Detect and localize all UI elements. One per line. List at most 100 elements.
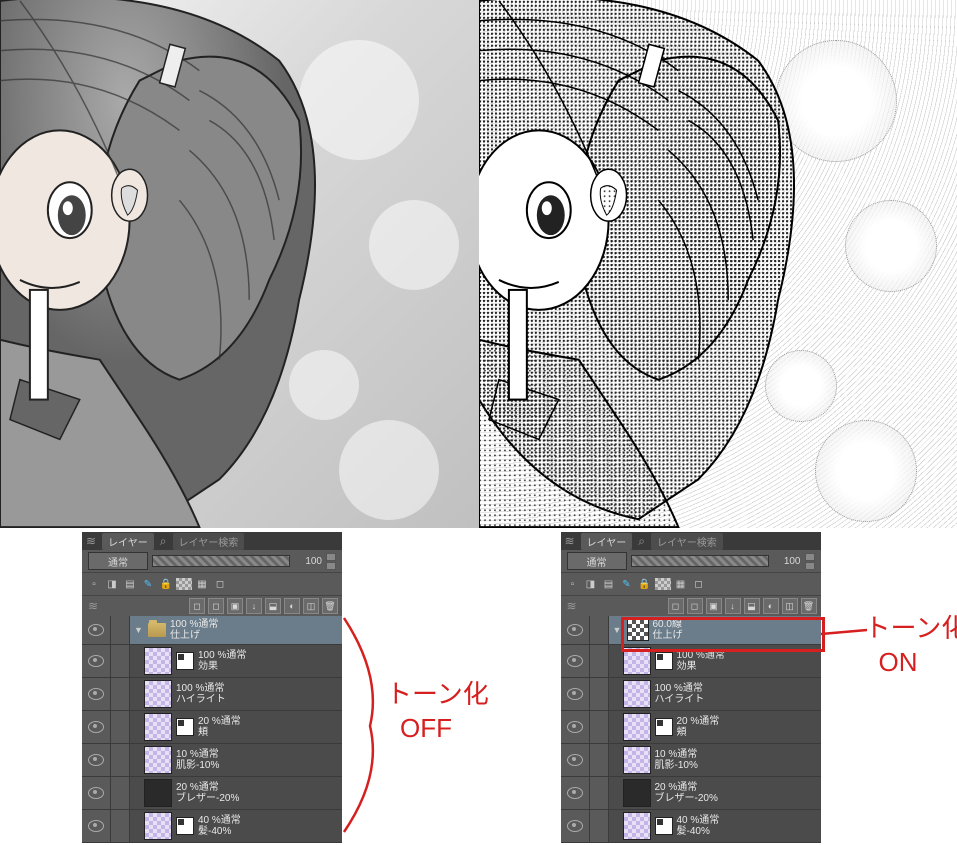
layer-prop-col[interactable] xyxy=(111,645,130,677)
tab-layer-search[interactable]: レイヤー検索 xyxy=(173,533,245,550)
layer-prop-col[interactable] xyxy=(590,711,609,743)
delete-button[interactable]: 🗑 xyxy=(801,598,817,614)
draft-button[interactable]: ▤ xyxy=(601,576,617,592)
visibility-toggle[interactable] xyxy=(82,711,111,743)
layer-toolbar: ▫◨▤✎🔒 ▦◻ xyxy=(82,572,342,595)
layer-row[interactable]: 20 %通常頬 xyxy=(82,711,342,744)
layer-prop-col[interactable] xyxy=(111,616,130,644)
blend-mode-select[interactable]: 通常 xyxy=(567,552,627,570)
folder-toggle[interactable]: ▼ xyxy=(134,625,144,635)
visibility-toggle[interactable] xyxy=(561,744,590,776)
visibility-toggle[interactable] xyxy=(82,810,111,842)
layer-prop-col[interactable] xyxy=(590,645,609,677)
transfer-button[interactable]: ↓ xyxy=(725,598,741,614)
artwork-tone-off xyxy=(0,0,479,528)
visibility-toggle[interactable] xyxy=(82,645,111,677)
opacity-up[interactable] xyxy=(326,553,336,561)
new-layer-button[interactable]: ◻ xyxy=(668,598,684,614)
layer-thumb xyxy=(623,746,651,774)
layer-prop-col[interactable] xyxy=(111,777,130,809)
folder-toggle[interactable]: ▼ xyxy=(613,625,623,635)
lock-button[interactable]: 🔒 xyxy=(637,576,653,592)
layer-row[interactable]: 100 %通常ハイライト xyxy=(561,678,821,711)
ruler-button[interactable]: ◫ xyxy=(303,598,319,614)
eye-icon xyxy=(567,655,583,667)
draft-button[interactable]: ▤ xyxy=(122,576,138,592)
mask-button[interactable]: ◐ xyxy=(284,598,300,614)
layer-prop-col[interactable] xyxy=(590,678,609,710)
panel-menu-icon[interactable]: ≋ xyxy=(88,599,98,613)
layer-row[interactable]: 40 %通常髪-40% xyxy=(82,810,342,843)
lock-all-button[interactable]: ◻ xyxy=(212,576,228,592)
new-layer-button[interactable]: ◻ xyxy=(189,598,205,614)
layer-row[interactable]: 100 %通常効果 xyxy=(82,645,342,678)
lock-pos-button[interactable]: ▦ xyxy=(194,576,210,592)
merge-button[interactable]: ⬓ xyxy=(744,598,760,614)
new-folder-button[interactable]: ▣ xyxy=(227,598,243,614)
layer-row[interactable]: 10 %通常肌影-10% xyxy=(82,744,342,777)
layer-prop-col[interactable] xyxy=(111,711,130,743)
layer-prop-col[interactable] xyxy=(111,810,130,842)
visibility-toggle[interactable] xyxy=(561,711,590,743)
mask-button[interactable]: ◐ xyxy=(763,598,779,614)
panel-menu-icon[interactable]: ≋ xyxy=(567,599,577,613)
transfer-button[interactable]: ↓ xyxy=(246,598,262,614)
new-layer2-button[interactable]: ◻ xyxy=(208,598,224,614)
layer-row[interactable]: 100 %通常効果 xyxy=(561,645,821,678)
visibility-toggle[interactable] xyxy=(561,616,590,644)
delete-button[interactable]: 🗑 xyxy=(322,598,338,614)
visibility-toggle[interactable] xyxy=(561,645,590,677)
opacity-slider[interactable] xyxy=(631,555,769,567)
tab-layers[interactable]: レイヤー xyxy=(581,533,633,550)
tab-layer-search[interactable]: レイヤー検索 xyxy=(651,533,723,550)
visibility-toggle[interactable] xyxy=(82,777,111,809)
visibility-toggle[interactable] xyxy=(82,678,111,710)
visibility-toggle[interactable] xyxy=(82,616,111,644)
visibility-toggle[interactable] xyxy=(561,678,590,710)
visibility-toggle[interactable] xyxy=(561,810,590,842)
layer-row[interactable]: 20 %通常ブレザー-20% xyxy=(561,777,821,810)
new-folder-button[interactable]: ▣ xyxy=(706,598,722,614)
ref-button[interactable]: ◨ xyxy=(583,576,599,592)
layer-label: 100 %通常効果 xyxy=(677,650,725,672)
visibility-toggle[interactable] xyxy=(82,744,111,776)
character-illustration xyxy=(0,0,359,528)
layer-prop-col[interactable] xyxy=(111,744,130,776)
opacity-slider[interactable] xyxy=(152,555,290,567)
layer-prop-col[interactable] xyxy=(111,678,130,710)
lock-pos-button[interactable]: ▦ xyxy=(673,576,689,592)
layer-prop-col[interactable] xyxy=(590,744,609,776)
lock-all-button[interactable]: ◻ xyxy=(691,576,707,592)
layer-row[interactable]: 100 %通常ハイライト xyxy=(82,678,342,711)
ref-button[interactable]: ◨ xyxy=(104,576,120,592)
lock-button[interactable]: 🔒 xyxy=(158,576,174,592)
color-button[interactable]: ✎ xyxy=(140,576,156,592)
blend-opacity-row: 通常100 xyxy=(561,550,821,572)
layer-thumb xyxy=(144,812,172,840)
opacity-up[interactable] xyxy=(805,553,815,561)
layer-row[interactable]: 20 %通常頬 xyxy=(561,711,821,744)
tab-layers[interactable]: レイヤー xyxy=(102,533,154,550)
layer-prop-col[interactable] xyxy=(590,777,609,809)
opacity-down[interactable] xyxy=(326,562,336,570)
clip-button[interactable]: ▫ xyxy=(565,576,581,592)
lock-alpha-button[interactable] xyxy=(655,578,671,590)
layer-row[interactable]: ▼60.0線仕上げ xyxy=(561,616,821,645)
merge-button[interactable]: ⬓ xyxy=(265,598,281,614)
color-button[interactable]: ✎ xyxy=(619,576,635,592)
clip-button[interactable]: ▫ xyxy=(86,576,102,592)
new-layer2-button[interactable]: ◻ xyxy=(687,598,703,614)
blend-mode-select[interactable]: 通常 xyxy=(88,552,148,570)
layer-row[interactable]: 40 %通常髪-40% xyxy=(561,810,821,843)
layer-label: 10 %通常肌影-10% xyxy=(176,749,219,771)
layer-prop-col[interactable] xyxy=(590,616,609,644)
layer-prop-col[interactable] xyxy=(590,810,609,842)
layer-row[interactable]: ▼100 %通常仕上げ xyxy=(82,616,342,645)
opacity-down[interactable] xyxy=(805,562,815,570)
visibility-toggle[interactable] xyxy=(561,777,590,809)
folder-icon xyxy=(148,623,166,637)
layer-row[interactable]: 10 %通常肌影-10% xyxy=(561,744,821,777)
layer-row[interactable]: 20 %通常ブレザー-20% xyxy=(82,777,342,810)
ruler-button[interactable]: ◫ xyxy=(782,598,798,614)
lock-alpha-button[interactable] xyxy=(176,578,192,590)
